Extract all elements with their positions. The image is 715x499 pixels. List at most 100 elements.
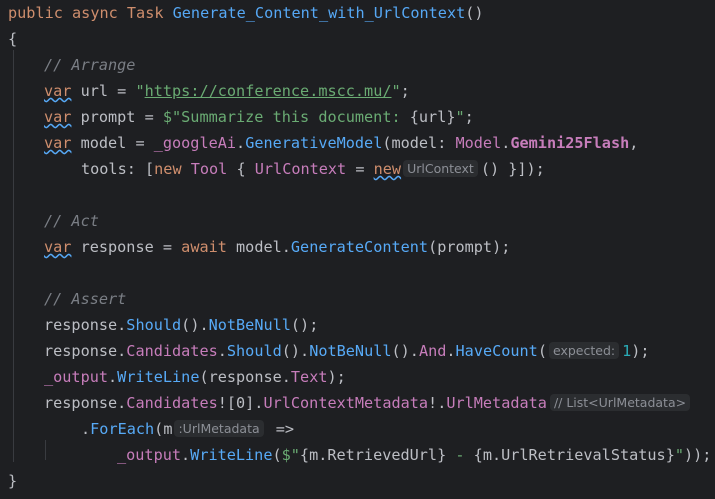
identifier: model. bbox=[226, 238, 291, 256]
close-brace: } bbox=[8, 472, 18, 490]
interpolation: {m.RetrievedUrl} bbox=[299, 446, 447, 464]
comment: // Assert bbox=[44, 290, 127, 308]
punctuation: . bbox=[217, 342, 227, 360]
keyword-var: var bbox=[44, 82, 72, 100]
property-name: Candidates bbox=[126, 394, 218, 412]
inlay-parameter-hint: expected: bbox=[548, 342, 620, 359]
keyword-var: var bbox=[44, 238, 72, 256]
string-literal: " bbox=[674, 446, 684, 464]
keyword-await: await bbox=[181, 238, 227, 256]
punctuation: (). bbox=[181, 316, 209, 334]
url-link[interactable]: https://conference.mscc.mu/ bbox=[145, 82, 392, 100]
argument: tools: [ bbox=[81, 160, 155, 178]
punctuation: ( bbox=[272, 446, 282, 464]
punctuation: !. bbox=[428, 394, 447, 412]
interpolation: {m.UrlRetrievalStatus} bbox=[473, 446, 675, 464]
argument: (model: bbox=[382, 134, 456, 152]
string-quote: " bbox=[135, 82, 145, 100]
code-line-7[interactable]: tools: [new Tool { UrlContext = new UrlCo… bbox=[81, 159, 545, 179]
punctuation: () bbox=[465, 4, 484, 22]
code-line-10[interactable]: var response = await model.GenerateConte… bbox=[44, 237, 510, 257]
keyword: public bbox=[8, 4, 63, 22]
punctuation: (). bbox=[281, 342, 310, 360]
method-call: NotBeNull bbox=[309, 342, 392, 360]
identifier: response = bbox=[71, 238, 182, 256]
string-literal: " bbox=[455, 108, 465, 126]
identifier: response. bbox=[44, 316, 127, 334]
lambda-arrow: => bbox=[266, 420, 295, 438]
method-call: Should bbox=[126, 316, 182, 334]
code-line-3[interactable]: // Arrange bbox=[44, 55, 135, 75]
property-name: UrlContextMetadata bbox=[263, 394, 429, 412]
inlay-return-type-hint: // List<UrlMetadata> bbox=[549, 394, 691, 411]
code-line-15[interactable]: _output.WriteLine(response.Text); bbox=[44, 367, 346, 387]
code-line-14[interactable]: response.Candidates.Should().NotBeNull()… bbox=[44, 341, 650, 361]
identifier: response. bbox=[44, 342, 127, 360]
code-line-19[interactable]: } bbox=[8, 471, 17, 491]
punctuation: (). bbox=[391, 342, 419, 360]
code-line-12[interactable]: // Assert bbox=[44, 289, 126, 309]
punctuation: ![0]. bbox=[217, 394, 264, 412]
indent-guide-1 bbox=[13, 50, 14, 462]
type-name: Task bbox=[126, 4, 164, 22]
punctuation: = bbox=[346, 160, 374, 178]
argument: (prompt); bbox=[428, 238, 511, 256]
comment: // Act bbox=[44, 212, 99, 230]
string-literal: $"Summarize this document: bbox=[162, 108, 410, 126]
code-line-9[interactable]: // Act bbox=[44, 211, 99, 231]
code-line-4[interactable]: var url = "https://conference.mscc.mu/"; bbox=[44, 81, 410, 101]
code-line-5[interactable]: var prompt = $"Summarize this document: … bbox=[44, 107, 474, 127]
inlay-type-hint: :UrlMetadata bbox=[174, 420, 264, 437]
interpolation: {url} bbox=[409, 108, 456, 126]
identifier: model = bbox=[71, 134, 154, 152]
argument: (response. bbox=[199, 368, 291, 386]
code-line-2[interactable]: { bbox=[8, 29, 17, 49]
identifier: prompt = bbox=[71, 108, 163, 126]
static-member: Gemini25Flash bbox=[510, 134, 630, 152]
punctuation: ; bbox=[464, 108, 474, 126]
code-editor[interactable]: public async Task Generate_Content_with_… bbox=[0, 0, 715, 499]
punctuation: ); bbox=[327, 368, 346, 386]
punctuation: ; bbox=[400, 82, 410, 100]
field-name: _googleAi bbox=[153, 134, 237, 152]
identifier: response. bbox=[44, 394, 127, 412]
punctuation: . bbox=[236, 134, 246, 152]
punctuation: . bbox=[81, 420, 91, 438]
punctuation: { bbox=[227, 160, 255, 178]
method-call: ForEach bbox=[90, 420, 155, 438]
keyword-var: var bbox=[44, 134, 72, 152]
class-name: Model bbox=[455, 134, 502, 152]
property-name: And bbox=[418, 342, 447, 360]
string-literal: $" bbox=[281, 446, 300, 464]
code-line-13[interactable]: response.Should().NotBeNull(); bbox=[44, 315, 318, 335]
method-call: NotBeNull bbox=[208, 316, 291, 334]
code-line-1[interactable]: public async Task Generate_Content_with_… bbox=[8, 3, 484, 23]
punctuation: . bbox=[501, 134, 511, 152]
number-literal: 1 bbox=[622, 342, 632, 360]
code-line-6[interactable]: var model = _googleAi.GenerativeModel(mo… bbox=[44, 133, 638, 153]
keyword-new: new bbox=[373, 160, 402, 178]
punctuation: . bbox=[108, 368, 118, 386]
string-quote: " bbox=[391, 82, 401, 100]
indent-guide-2 bbox=[45, 440, 46, 460]
property-name: UrlMetadata bbox=[446, 394, 547, 412]
comment: // Arrange bbox=[44, 56, 136, 74]
class-name: Tool bbox=[190, 160, 228, 178]
punctuation: . bbox=[446, 342, 456, 360]
method-call: GenerateContent bbox=[290, 238, 429, 256]
code-line-17[interactable]: .ForEach(m:UrlMetadata => bbox=[81, 419, 294, 439]
keyword: async bbox=[72, 4, 118, 22]
punctuation: . bbox=[181, 446, 191, 464]
identifier: url = bbox=[71, 82, 136, 100]
keyword-new: new bbox=[154, 160, 182, 178]
code-line-18[interactable]: _output.WriteLine($"{m.RetrievedUrl} - {… bbox=[117, 445, 711, 465]
punctuation: )); bbox=[684, 446, 712, 464]
code-line-16[interactable]: response.Candidates![0].UrlContextMetada… bbox=[44, 393, 691, 413]
method-call: Should bbox=[226, 342, 282, 360]
method-call: WriteLine bbox=[190, 446, 273, 464]
method-call: WriteLine bbox=[117, 368, 200, 386]
method-call: GenerativeModel bbox=[245, 134, 383, 152]
open-brace: { bbox=[8, 30, 18, 48]
keyword-var: var bbox=[44, 108, 72, 126]
